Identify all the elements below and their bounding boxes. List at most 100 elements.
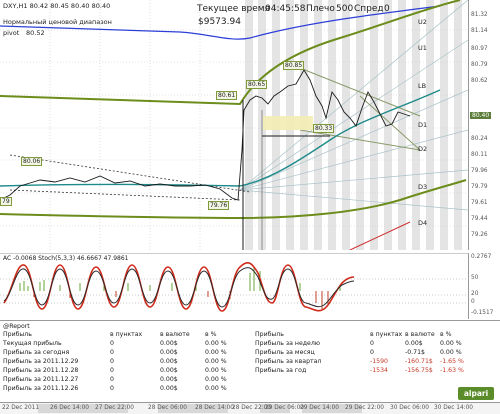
- price-label: 80.33: [313, 124, 335, 133]
- row-label: Прибыль за 2011.12.28: [3, 367, 79, 374]
- row-points: -1534: [370, 367, 388, 374]
- row-money: 0.00$: [160, 349, 178, 356]
- row-pct: 0.00 %: [205, 367, 227, 374]
- server-time-label: Текущее время: [197, 4, 270, 14]
- spread-value: 0: [384, 4, 390, 14]
- row-label: Прибыль за год: [255, 367, 307, 374]
- price-label: 79: [0, 197, 12, 206]
- price-tick: 79.61: [471, 200, 488, 206]
- row-money: 0.00$: [160, 376, 178, 383]
- report-row: Прибыль в пунктах в валюте в % Прибыль в…: [0, 331, 500, 339]
- price-tick: 80.62: [471, 78, 488, 84]
- report-row: Прибыль за 2011.12.28 0 0.00$ 0.00 % При…: [0, 367, 500, 375]
- level-d4: D4: [418, 219, 428, 227]
- price-axis[interactable]: 81.32 81.14 80.97 80.79 80.62 80.40 80.2…: [468, 0, 500, 250]
- row-label: Прибыль за сегодня: [3, 349, 70, 356]
- time-axis[interactable]: 22 Dec 2011 26 Dec 14:00 27 Dec 22:00 28…: [0, 402, 500, 414]
- row-pct: 0.00 %: [205, 376, 227, 383]
- report-row: Текущая прибыль 0 0.00$ 0.00 % Прибыль з…: [0, 340, 500, 348]
- row-label: Текущая прибыль: [3, 340, 62, 347]
- row-money: 0.00$: [160, 367, 178, 374]
- col-pct: в %: [440, 331, 452, 338]
- time-label: 29 Dec 14:00: [300, 405, 339, 411]
- row-label: Прибыль: [255, 331, 284, 338]
- price-tick: 80.11: [471, 152, 488, 158]
- row-points: -1590: [370, 358, 388, 365]
- row-points: 0: [370, 340, 374, 347]
- osc-tick: 20: [471, 291, 479, 297]
- row-money: -160.71$: [405, 358, 433, 365]
- row-pct: 0.00 %: [440, 349, 462, 356]
- price-chart-canvas: [0, 0, 469, 251]
- time-label: 22 Dec 2011: [2, 405, 40, 411]
- time-label: 28 Dec 06:00: [148, 405, 187, 411]
- report-row: Прибыль за 2011.12.26 0 0.00$ 0.00 %: [0, 385, 500, 393]
- row-money: 0.00$: [405, 340, 423, 347]
- price-label: 80.61: [216, 91, 238, 100]
- spread-label: Спред: [354, 4, 384, 14]
- row-pct: 0.00 %: [205, 358, 227, 365]
- price-tick: 81.32: [471, 12, 488, 18]
- osc-tick: -0.1517: [471, 310, 494, 316]
- price-tick: 81.14: [471, 28, 488, 34]
- time-label: 29 Dec 06:00: [265, 405, 304, 411]
- price-tick: 79.44: [471, 216, 488, 222]
- pivot-value: 80.52: [26, 29, 45, 37]
- row-pct: 0.00 %: [205, 385, 227, 392]
- report-panel: @Report Прибыль в пунктах в валюте в % П…: [0, 320, 500, 403]
- price-label: 80.65: [246, 80, 268, 89]
- col-pct: в %: [205, 331, 217, 338]
- report-row: Прибыль за сегодня 0 0.00$ 0.00 % Прибыл…: [0, 349, 500, 357]
- level-d1: D1: [418, 121, 428, 129]
- report-row: Прибыль за 2011.12.29 0 0.00$ 0.00 % При…: [0, 358, 500, 366]
- row-pct: -1.63 %: [440, 367, 464, 374]
- row-points: 0: [370, 349, 374, 356]
- price-tick: 80.79: [471, 62, 488, 68]
- time-label: 30 Dec 06:00: [390, 405, 429, 411]
- time-label: 30 Dec 14:00: [434, 405, 473, 411]
- price-label: 79.76: [208, 201, 230, 210]
- price-chart[interactable]: DXY,H1 80.42 80.45 80.40 80.40 Нормальны…: [0, 0, 469, 251]
- price-label: 80.06: [21, 157, 43, 166]
- row-label: Прибыль за 2011.12.29: [3, 358, 79, 365]
- row-pct: 0.00 %: [205, 340, 227, 347]
- level-u1: U1: [418, 44, 427, 52]
- row-money: 0.00$: [160, 358, 178, 365]
- level-d3: D3: [418, 183, 428, 191]
- row-money: 0.00$: [160, 385, 178, 392]
- col-money: в валюте: [405, 331, 435, 338]
- row-money: 0.00$: [160, 340, 178, 347]
- row-money: -156.75$: [405, 367, 433, 374]
- row-label: Прибыль за 2011.12.26: [3, 385, 79, 392]
- osc-tick: 0.2767: [471, 254, 492, 260]
- col-points: в пунктах: [110, 331, 143, 338]
- oscillator-title: AC -0.0068 Stoch(5,3,3) 46.6667 47.9861: [3, 255, 129, 262]
- price-tick: 79.26: [471, 232, 488, 238]
- row-pct: 0.00 %: [205, 349, 227, 356]
- row-points: 0: [110, 340, 114, 347]
- row-label: Прибыль за квартал: [255, 358, 322, 365]
- time-label: 28 Dec 14:00: [195, 405, 234, 411]
- level-lb: LB: [418, 82, 427, 90]
- row-label: Прибыль за месяц: [255, 349, 315, 356]
- oscillator-pane[interactable]: AC -0.0068 Stoch(5,3,3) 46.6667 47.9861: [0, 252, 468, 319]
- level-u2: U2: [418, 18, 427, 26]
- price-tick: 79.96: [471, 168, 488, 174]
- row-points: 0: [110, 367, 114, 374]
- lot-label: Плечо: [306, 4, 335, 14]
- row-points: 0: [110, 385, 114, 392]
- lot-value: 500: [336, 4, 354, 14]
- current-price-marker: 80.40: [470, 112, 492, 119]
- account-balance: $9573.94: [198, 17, 241, 27]
- time-label: 29 Dec 22:00: [345, 405, 384, 411]
- osc-tick: 50: [471, 275, 479, 281]
- alpari-logo: alpari: [458, 387, 494, 400]
- col-money: в валюте: [160, 331, 190, 338]
- price-tick: 79.79: [471, 184, 488, 190]
- price-label: 80.85: [283, 61, 305, 70]
- oscillator-axis: 0.2767 50 20 0 -0.1517: [468, 253, 500, 319]
- row-label: Прибыль за неделю: [255, 340, 321, 347]
- time-label: 26 Dec 14:00: [50, 405, 89, 411]
- col-points: в пунктах: [370, 331, 403, 338]
- server-time: 04:45:58: [265, 4, 306, 14]
